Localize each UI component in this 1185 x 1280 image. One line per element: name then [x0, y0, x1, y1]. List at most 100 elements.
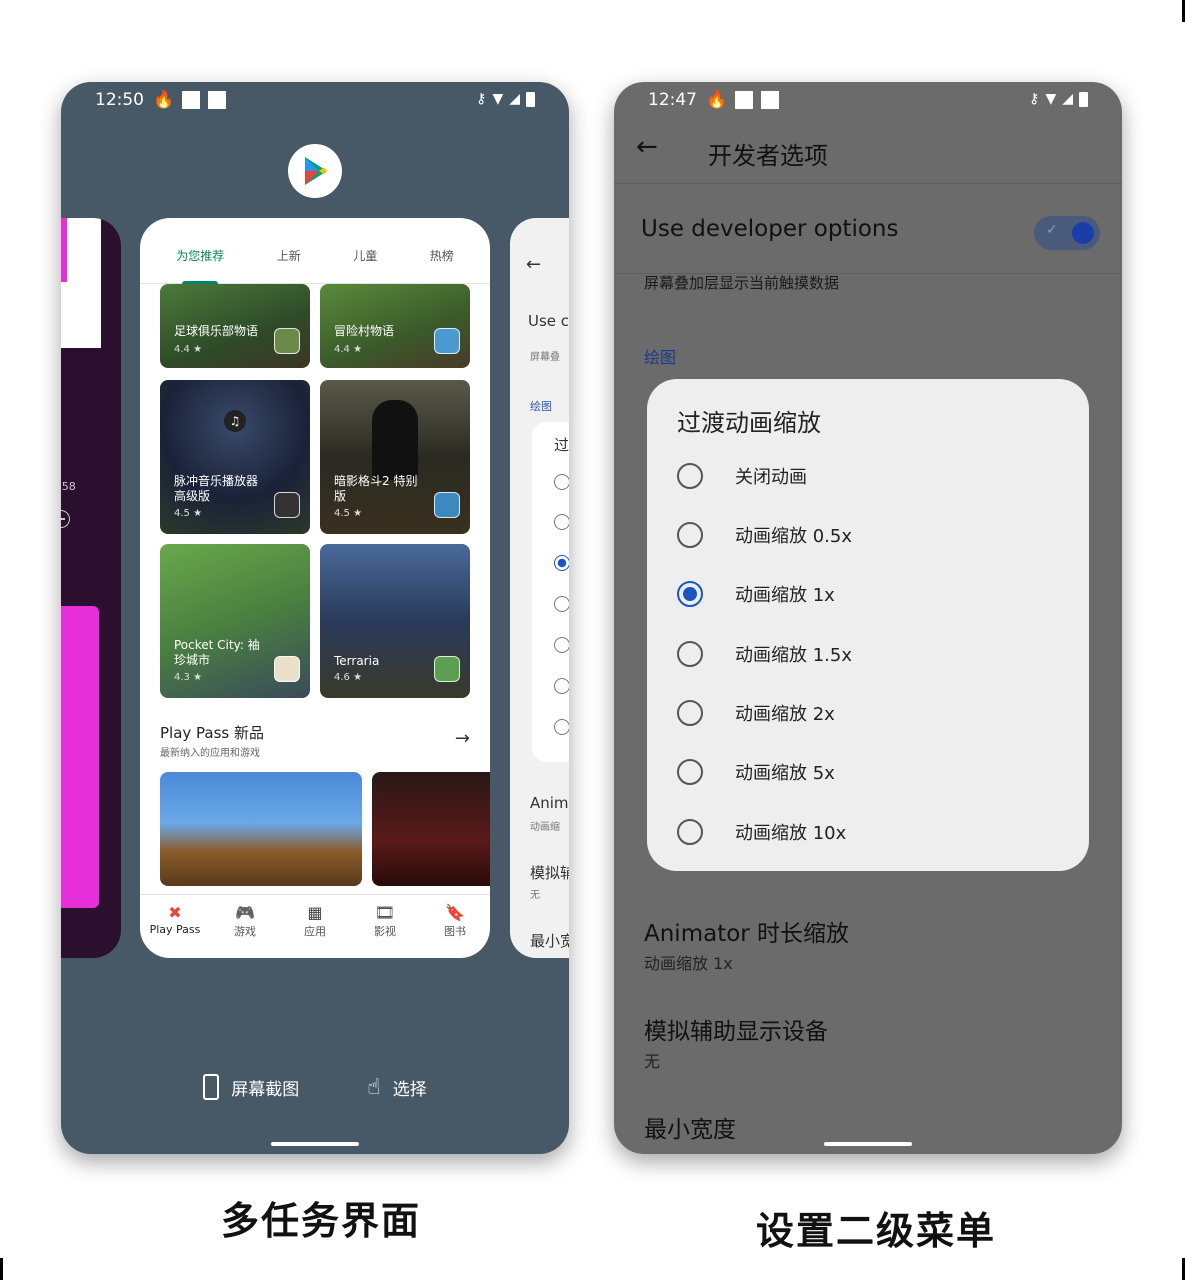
- app-tile[interactable]: 冒险村物语 4.4 ★: [320, 284, 470, 368]
- notification-icons: 🔥: [153, 90, 227, 110]
- app-tile-rating: 4.5 ★: [334, 508, 363, 519]
- store-tabs: 为您推荐 上新 儿童 热榜: [140, 218, 490, 284]
- setting-title: 模拟辅助显示设备: [644, 1019, 828, 1045]
- fire-icon: 🔥: [706, 90, 728, 110]
- select-button[interactable]: ☝ 选择: [367, 1074, 426, 1100]
- notification-square-icon: [208, 91, 227, 109]
- app-tile[interactable]: ♫ 脉冲音乐播放器高级版 4.5 ★: [160, 380, 310, 534]
- radio-option[interactable]: 关闭动画: [677, 456, 807, 496]
- radio-button[interactable]: [677, 522, 703, 548]
- music-note-icon: ♫: [224, 410, 246, 432]
- app-tile[interactable]: 足球俱乐部物语 4.4 ★: [160, 284, 310, 368]
- radio-option[interactable]: 动画缩放 5x: [677, 752, 835, 792]
- tab-top-charts[interactable]: 热榜: [430, 218, 454, 284]
- wifi-icon: ▼: [492, 91, 504, 107]
- recent-app-card-left[interactable]: 2:58: [61, 218, 121, 958]
- google-play-app-icon[interactable]: [288, 144, 342, 198]
- developer-options-toggle[interactable]: ✓: [1034, 216, 1100, 250]
- status-bar: 12:47 🔥 ⚷ ▼ ◢: [614, 82, 1122, 118]
- gamepad-icon: 🎮: [235, 903, 255, 922]
- status-time: 12:50: [95, 90, 144, 110]
- radio-option[interactable]: 动画缩放 1x: [677, 574, 835, 614]
- app-icon: [274, 492, 300, 518]
- radio-button[interactable]: [677, 641, 703, 667]
- radio-option[interactable]: 动画缩放 0.5x: [677, 515, 852, 555]
- signal-icon: ◢: [509, 91, 520, 107]
- setting-summary: 动画缩放 1x: [644, 954, 733, 973]
- battery-icon: [1079, 91, 1088, 107]
- select-icon: ☝: [367, 1074, 381, 1100]
- transition-animation-scale-dialog: 过渡动画缩放 关闭动画 动画缩放 0.5x 动画缩放 1x 动画缩放 1.5x …: [647, 379, 1089, 871]
- app-icon: [434, 492, 460, 518]
- setting-summary: 无: [644, 1052, 661, 1071]
- app-tile-rating: 4.6 ★: [334, 672, 363, 683]
- play-pass-section-title: Play Pass 新品: [160, 724, 265, 742]
- radio-button-selected[interactable]: [677, 581, 703, 607]
- play-pass-section-subtitle: 最新纳入的应用和游戏: [160, 748, 260, 759]
- app-icon: [434, 328, 460, 354]
- app-icon: [434, 656, 460, 682]
- left-card-time: 2:58: [61, 480, 76, 493]
- app-tile-rating: 4.3 ★: [174, 672, 203, 683]
- app-tile-name: 暗影格斗2 特别版: [334, 474, 418, 503]
- radio-option[interactable]: 动画缩放 2x: [677, 693, 835, 733]
- bottom-navigation: ✖ Play Pass 🎮 游戏 ▦ 应用 🎞 影视 🔖 图书: [140, 894, 490, 958]
- app-tile-name: 冒险村物语: [334, 324, 395, 338]
- recent-app-card-play-store[interactable]: 为您推荐 上新 儿童 热榜 足球俱乐部物语 4.4 ★ 冒险村物语 4.4 ★ …: [140, 218, 490, 958]
- nav-books[interactable]: 🔖 图书: [425, 903, 485, 958]
- wifi-icon: ▼: [1045, 91, 1057, 107]
- fire-icon: 🔥: [153, 90, 175, 110]
- radio-option[interactable]: 动画缩放 10x: [677, 812, 846, 852]
- dialog-title: 过渡动画缩放: [677, 409, 821, 437]
- screenshot-button[interactable]: 屏幕截图: [203, 1074, 299, 1100]
- corner-mark: [0, 1258, 3, 1280]
- app-icon: [274, 328, 300, 354]
- arrow-right-icon[interactable]: →: [455, 728, 470, 749]
- radio-button[interactable]: [677, 819, 703, 845]
- peek-dialog: 过: [532, 422, 569, 762]
- nav-movies[interactable]: 🎞 影视: [355, 903, 415, 958]
- radio-option[interactable]: 动画缩放 1.5x: [677, 634, 852, 674]
- screenshot-icon: [203, 1074, 220, 1100]
- faded-setting-summary: 屏幕叠加层显示当前触摸数据: [644, 274, 840, 292]
- setting-item-simulate-display[interactable]: 模拟辅助显示设备 无: [614, 1002, 1122, 1072]
- app-tile[interactable]: Pocket City: 袖珍城市 4.3 ★: [160, 544, 310, 698]
- app-tile[interactable]: 暗影格斗2 特别版 4.5 ★: [320, 380, 470, 534]
- play-pass-icon: ✖: [168, 903, 182, 922]
- app-bar: ← 开发者选项: [614, 118, 1122, 184]
- gesture-navigation-bar[interactable]: [824, 1142, 912, 1146]
- back-arrow-icon: ←: [526, 254, 542, 275]
- nav-games[interactable]: 🎮 游戏: [215, 903, 275, 958]
- app-tile[interactable]: Terraria 4.6 ★: [320, 544, 470, 698]
- back-arrow-icon[interactable]: ←: [636, 132, 658, 162]
- gesture-navigation-bar[interactable]: [271, 1142, 359, 1146]
- tab-new[interactable]: 上新: [277, 218, 301, 284]
- settings-phone: 12:47 🔥 ⚷ ▼ ◢ ← 开发者选项 Use developer opti…: [614, 82, 1122, 1154]
- app-tile-rating: 4.4 ★: [334, 344, 363, 355]
- notification-icons: 🔥: [706, 90, 780, 110]
- multitask-phone: 12:50 🔥 ⚷ ▼ ◢ 2:58 为您推荐: [61, 82, 569, 1154]
- app-tile-rating: 4.5 ★: [174, 508, 203, 519]
- nav-apps[interactable]: ▦ 应用: [285, 903, 345, 958]
- promo-banner[interactable]: [372, 772, 490, 886]
- tab-recommended[interactable]: 为您推荐: [176, 218, 224, 284]
- section-header: 绘图: [644, 348, 677, 367]
- use-developer-options-row[interactable]: Use developer options ✓: [614, 186, 1122, 274]
- caption-settings-submenu: 设置二级菜单: [756, 1209, 997, 1253]
- setting-item-animator[interactable]: Animator 时长缩放 动画缩放 1x: [614, 904, 1122, 974]
- promo-banner[interactable]: [160, 772, 362, 886]
- check-icon: ✓: [1046, 222, 1058, 238]
- vpn-key-icon: ⚷: [476, 91, 487, 107]
- book-icon: 🔖: [445, 903, 465, 922]
- page-title: 开发者选项: [708, 142, 828, 170]
- battery-icon: [526, 91, 535, 107]
- nav-play-pass[interactable]: ✖ Play Pass: [145, 903, 205, 958]
- radio-button[interactable]: [677, 700, 703, 726]
- radio-button[interactable]: [677, 759, 703, 785]
- recent-app-card-settings[interactable]: ← Use c 屏幕叠 绘图 过 Anim 动画缩 模拟辅 无 最小宽: [510, 218, 569, 958]
- notification-square-icon: [735, 91, 754, 109]
- fighter-silhouette: [372, 400, 418, 480]
- overview-actions: 屏幕截图 ☝ 选择: [61, 1074, 569, 1100]
- tab-kids[interactable]: 儿童: [353, 218, 377, 284]
- radio-button[interactable]: [677, 463, 703, 489]
